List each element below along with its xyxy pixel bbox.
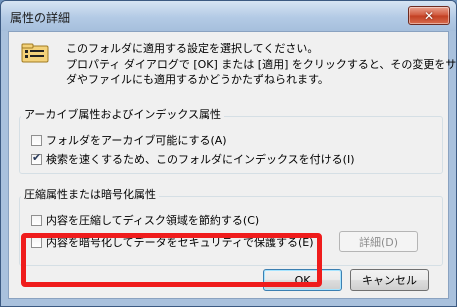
description-line-2: プロパティ ダイアログで [OK] または [適用] をクリックすると、その変更… [66, 58, 457, 71]
window-title: 属性の詳細 [10, 11, 71, 25]
index-checkbox-row[interactable]: ✔ 検索を速くするため、このフォルダにインデックスを付ける(I) [31, 151, 355, 167]
cancel-button[interactable]: キャンセル [350, 269, 429, 291]
archive-checkbox[interactable] [31, 134, 42, 146]
compress-group-label: 圧縮属性または暗号化属性 [21, 186, 159, 202]
compress-checkbox-row[interactable]: 内容を圧縮してディスク領域を節約する(C) [31, 212, 259, 228]
close-icon: ✕ [423, 8, 435, 23]
archive-checkbox-row[interactable]: フォルダをアーカイブ可能にする(A) [31, 132, 227, 148]
description-line-3: ダやファイルにも適用するかどうかたずねられます。 [66, 73, 329, 86]
compress-checkbox-label: 内容を圧縮してディスク領域を節約する(C) [46, 214, 260, 227]
folder-properties-icon [21, 43, 49, 63]
check-icon: ✔ [32, 150, 42, 164]
description-line-1: このフォルダに適用する設定を選択してください。 [66, 42, 319, 55]
archive-checkbox-label: フォルダをアーカイブ可能にする(A) [46, 134, 227, 147]
index-checkbox-label: 検索を速くするため、このフォルダにインデックスを付ける(I) [46, 153, 355, 166]
index-checkbox[interactable]: ✔ [31, 150, 42, 165]
close-button[interactable]: ✕ [408, 6, 450, 25]
encrypt-checkbox-row[interactable]: 内容を暗号化してデータをセキュリティで保護する(E) [31, 234, 314, 250]
title-bar[interactable]: 属性の詳細 ✕ [1, 1, 456, 31]
dialog-body: このフォルダに適用する設定を選択してください。 プロパティ ダイアログで [OK… [8, 31, 456, 299]
archive-group-label: アーカイブ属性およびインデックス属性 [21, 106, 225, 122]
encrypt-checkbox[interactable] [31, 236, 42, 248]
attributes-dialog: 属性の詳細 ✕ このフォルダに適用する設定を選択してください。 プロパティ ダイ… [0, 0, 457, 307]
details-button[interactable]: 詳細(D) [339, 231, 418, 252]
ok-button[interactable]: OK [263, 269, 342, 291]
encrypt-checkbox-label: 内容を暗号化してデータをセキュリティで保護する(E) [46, 236, 314, 249]
compress-checkbox[interactable] [31, 214, 42, 226]
